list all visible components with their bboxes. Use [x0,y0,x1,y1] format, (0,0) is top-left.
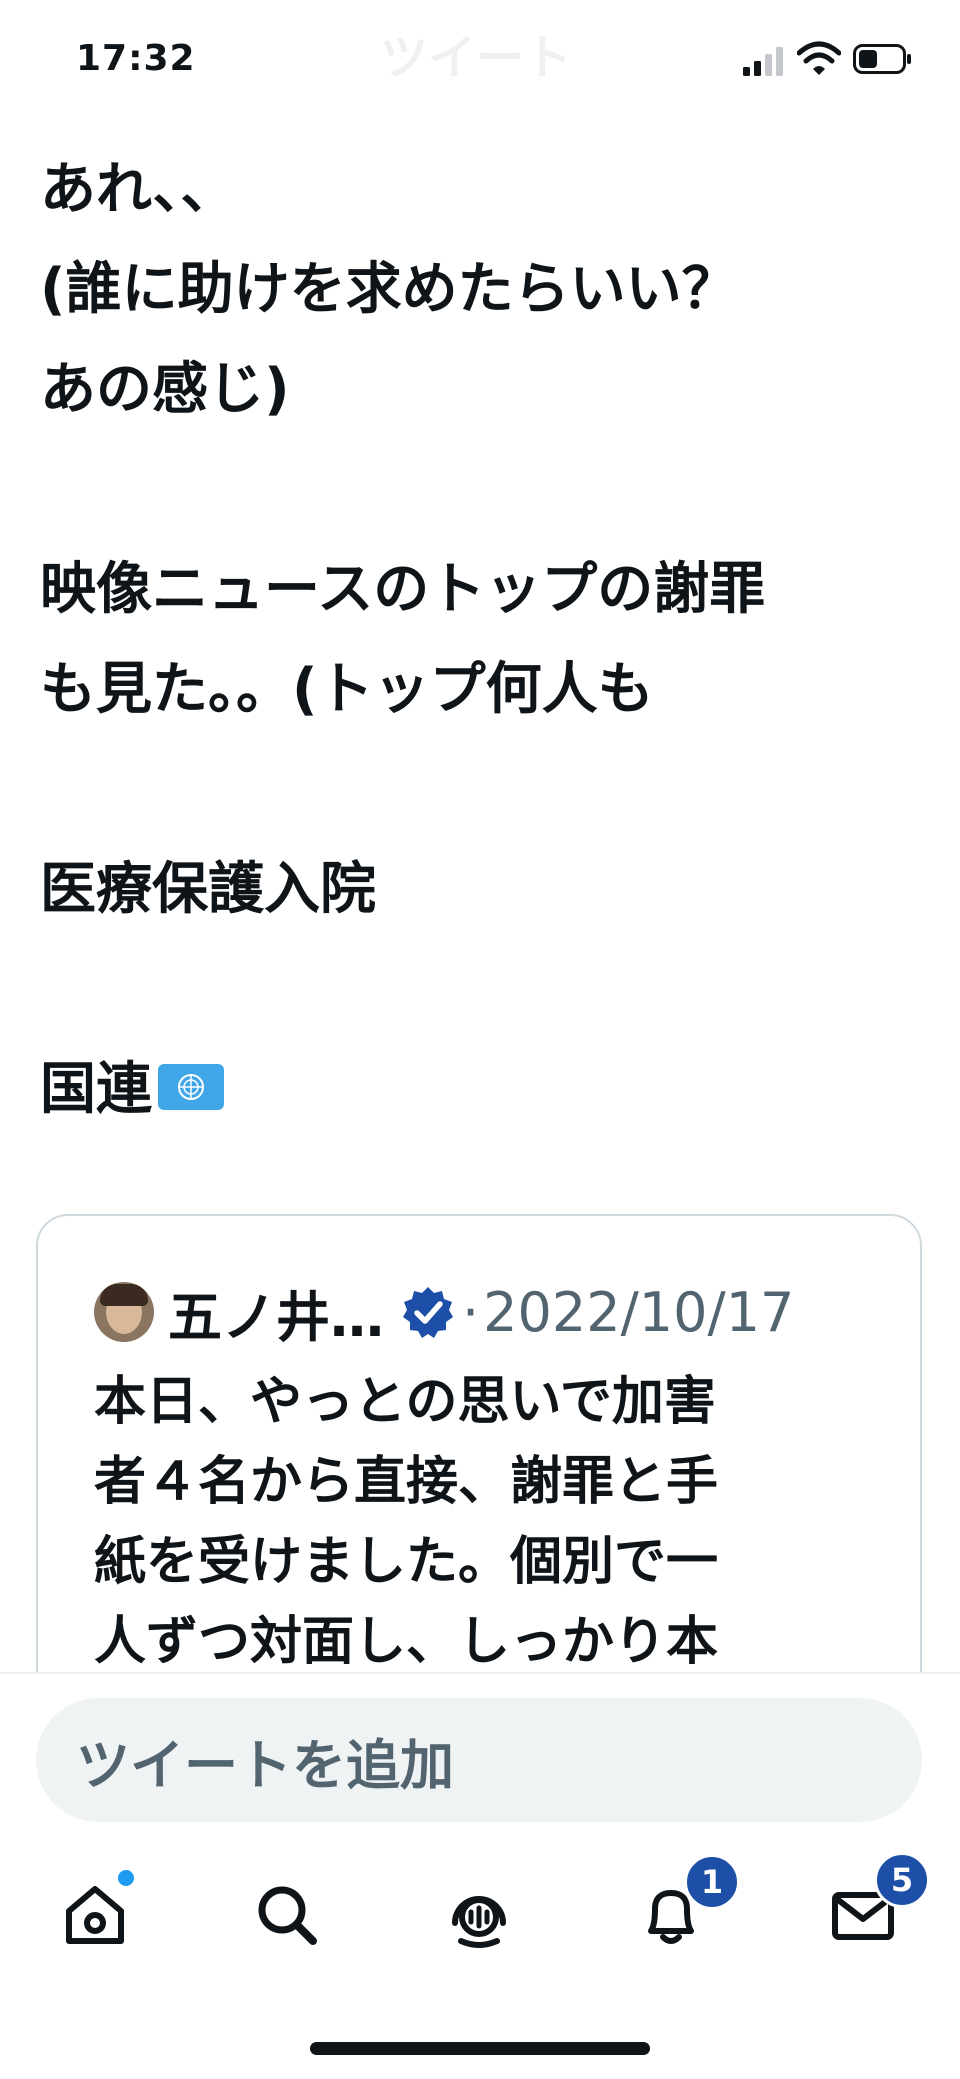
tab-notifications[interactable]: 1 [616,1854,740,1970]
quoted-tweet-date: 2022/10/17 [483,1280,795,1344]
tweet-line-with-flag: 国連 [40,1040,920,1140]
un-flag-icon [158,1063,224,1110]
quoted-line: 紙を受けました。個別で一 [94,1532,719,1592]
tweet-line: も見た。。(トップ何人も [40,657,654,722]
status-bar: ツイート 17:32 [0,0,960,120]
status-time: 17:32 [76,38,196,79]
tab-home[interactable] [40,1860,150,1970]
tab-bar: 1 5 [0,1852,960,1970]
add-tweet-input[interactable]: ツイートを追加 [36,1698,922,1822]
battery-icon [853,44,911,74]
spaces-icon [452,1896,506,1948]
tweet-line: 映像ニュースのトップの謝罪 [40,557,766,622]
divider [0,1672,960,1674]
notifications-badge: 1 [684,1854,740,1910]
ghost-header-title: ツイート [380,30,573,86]
tab-spaces[interactable] [424,1860,534,1970]
header-separator: · [462,1280,480,1344]
tab-messages[interactable]: 5 [808,1852,930,1970]
quoted-tweet-text: 本日、やっとの思いで加害 者４名から直接、謝罪と手 紙を受けました。個別で一 人… [94,1362,894,1682]
tab-search[interactable] [232,1860,342,1970]
avatar [94,1282,154,1342]
tweet-line: あの感じ) [40,357,290,422]
tweet-line: あれ、、 [40,157,237,222]
home-new-dot [118,1870,134,1886]
cellular-signal-icon [743,47,783,76]
home-indicator[interactable] [310,2042,650,2055]
quoted-tweet-header: 五ノ井… · 2022/10/17 [94,1272,794,1352]
wifi-icon [797,41,841,75]
tweet-text: あれ、、 (誰に助けを求めたらいい？ あの感じ) 映像ニュースのトップの謝罪 も… [40,140,920,1140]
quoted-author-name: 五ノ井… [168,1285,384,1349]
search-icon [258,1886,317,1945]
home-icon [66,1886,124,1944]
tweet-line: (誰に助けを求めたらいい？ [40,257,738,322]
tweet-line: 医療保護入院 [40,857,376,922]
quoted-line: 者４名から直接、謝罪と手 [94,1452,719,1512]
messages-badge: 5 [874,1852,930,1908]
quoted-line: 人ずつ対面し、しっかり本 [94,1612,719,1672]
tweet-line: 国連 [40,1057,152,1122]
verified-badge-icon [403,1287,453,1338]
quoted-line: 本日、やっとの思いで加害 [94,1372,716,1432]
